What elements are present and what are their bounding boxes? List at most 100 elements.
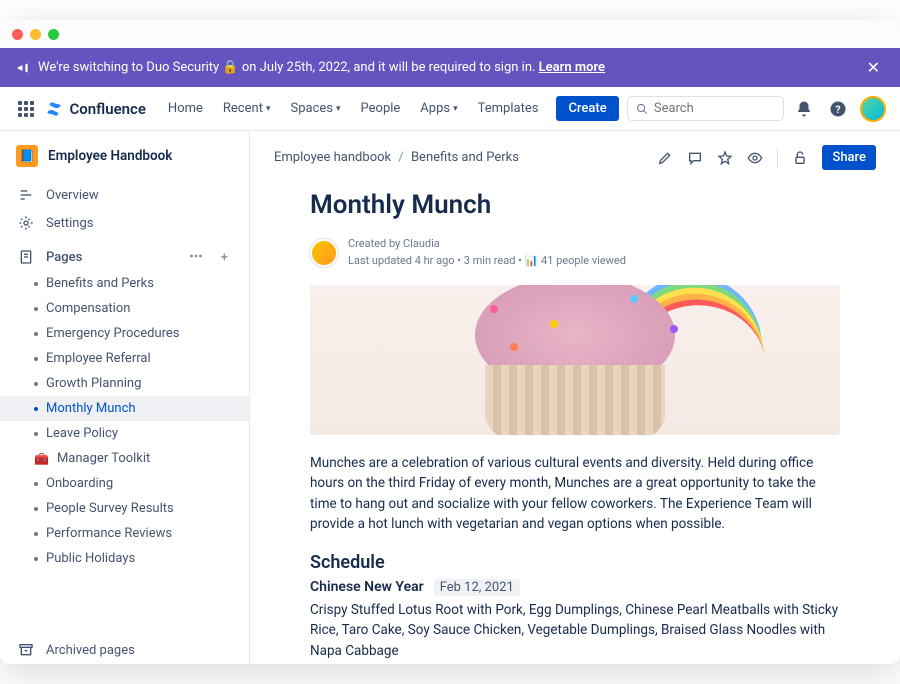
restrictions-button[interactable] <box>788 146 812 170</box>
chevron-down-icon: ▾ <box>336 104 341 114</box>
bullet-icon <box>34 357 38 361</box>
window-titlebar <box>0 20 900 48</box>
bullet-icon <box>34 282 38 286</box>
hero-image <box>310 285 840 435</box>
page-list: Benefits and Perks Compensation Emergency … <box>0 271 249 571</box>
create-button[interactable]: Create <box>556 96 618 121</box>
bullet-icon <box>34 332 38 336</box>
page-item[interactable]: 🧰 Manager Toolkit <box>0 446 249 471</box>
megaphone-icon <box>16 61 30 75</box>
breadcrumb-separator: / <box>398 150 403 165</box>
created-by-text: Created by Claudia <box>348 236 626 253</box>
bullet-icon <box>34 407 38 411</box>
nav-home[interactable]: Home <box>160 95 211 122</box>
meta-text: Last updated 4 hr ago • 3 min read • 📊 4… <box>348 253 626 270</box>
page-item-label: Leave Policy <box>46 426 118 441</box>
page-item[interactable]: Leave Policy <box>0 421 249 446</box>
page-item-label: Employee Referral <box>46 351 151 366</box>
bullet-icon <box>34 482 38 486</box>
page-item-label: Benefits and Perks <box>46 276 154 291</box>
sidebar-settings[interactable]: Settings <box>0 209 249 237</box>
intro-paragraph: Munches are a celebration of various cul… <box>310 453 840 534</box>
pages-more-button[interactable]: ••• <box>186 250 206 265</box>
page-item[interactable]: Growth Planning <box>0 371 249 396</box>
page-item[interactable]: Monthly Munch <box>0 396 249 421</box>
edit-button[interactable] <box>653 146 677 170</box>
nav-templates[interactable]: Templates <box>470 95 547 122</box>
bullet-icon <box>34 432 38 436</box>
pages-icon <box>18 249 34 265</box>
author-avatar[interactable] <box>310 239 338 267</box>
bullet-icon <box>34 382 38 386</box>
close-window-button[interactable] <box>12 29 23 40</box>
sidebar-pages-section: Pages ••• + <box>0 243 249 271</box>
app-switcher-button[interactable] <box>14 97 37 121</box>
page-item[interactable]: Emergency Procedures <box>0 321 249 346</box>
breadcrumb-item[interactable]: Benefits and Perks <box>411 150 519 165</box>
help-icon: ? <box>829 100 847 118</box>
space-name: Employee Handbook <box>48 148 172 164</box>
pencil-icon <box>657 150 673 166</box>
event-name: Chinese New Year <box>310 579 424 595</box>
breadcrumb: Employee handbook / Benefits and Perks <box>274 150 519 165</box>
event-date: Feb 12, 2021 <box>434 579 520 596</box>
gear-icon <box>18 215 34 231</box>
notifications-button[interactable] <box>792 96 817 122</box>
pages-add-button[interactable]: + <box>218 250 231 265</box>
eye-icon <box>747 150 763 166</box>
nav-spaces[interactable]: Spaces▾ <box>282 95 348 122</box>
minimize-window-button[interactable] <box>30 29 41 40</box>
star-icon <box>717 150 733 166</box>
event-description: Crispy Stuffed Lotus Root with Pork, Egg… <box>310 600 840 661</box>
schedule-heading: Schedule <box>310 552 840 573</box>
page-item-label: Manager Toolkit <box>57 451 150 466</box>
page-item[interactable]: Compensation <box>0 296 249 321</box>
banner-close-button[interactable]: ✕ <box>863 58 884 77</box>
page-title: Monthly Munch <box>310 190 840 220</box>
bullet-icon <box>34 507 38 511</box>
page-item[interactable]: Benefits and Perks <box>0 271 249 296</box>
nav-recent[interactable]: Recent▾ <box>215 95 279 122</box>
svg-text:?: ? <box>835 102 840 115</box>
search-icon <box>636 102 648 116</box>
nav-apps[interactable]: Apps▾ <box>412 95 465 122</box>
share-button[interactable]: Share <box>822 145 876 170</box>
bullet-icon <box>34 532 38 536</box>
page-item[interactable]: People Survey Results <box>0 496 249 521</box>
page-item[interactable]: Public Holidays <box>0 546 249 571</box>
breadcrumb-item[interactable]: Employee handbook <box>274 150 391 165</box>
watch-button[interactable] <box>743 146 767 170</box>
help-button[interactable]: ? <box>825 96 850 122</box>
page-item-label: Monthly Munch <box>46 401 136 416</box>
sidebar: 📘 Employee Handbook Overview Settings Pa… <box>0 131 250 664</box>
space-header[interactable]: 📘 Employee Handbook <box>0 131 249 181</box>
top-navigation: Confluence Home Recent▾ Spaces▾ People A… <box>0 87 900 131</box>
confluence-logo[interactable]: Confluence <box>45 100 145 118</box>
page-item[interactable]: Performance Reviews <box>0 521 249 546</box>
page-item-label: Onboarding <box>46 476 113 491</box>
comments-button[interactable] <box>683 146 707 170</box>
page-item[interactable]: Employee Referral <box>0 346 249 371</box>
content-area: Employee handbook / Benefits and Perks S… <box>250 131 900 664</box>
overview-icon <box>18 187 34 203</box>
search-input[interactable] <box>654 101 775 116</box>
page-item-label: Compensation <box>46 301 130 316</box>
banner-learn-more-link[interactable]: Learn more <box>539 60 605 75</box>
page-emoji-icon: 🧰 <box>34 452 49 466</box>
space-icon: 📘 <box>16 145 38 167</box>
comment-icon <box>687 150 703 166</box>
announcement-banner: We're switching to Duo Security 🔒 on Jul… <box>0 48 900 87</box>
search-box[interactable] <box>627 96 784 121</box>
maximize-window-button[interactable] <box>48 29 59 40</box>
nav-people[interactable]: People <box>353 95 409 122</box>
sidebar-archived[interactable]: Archived pages <box>0 636 249 664</box>
event-row: Chinese New Year Feb 12, 2021 <box>310 579 840 596</box>
lock-open-icon <box>792 150 808 166</box>
star-button[interactable] <box>713 146 737 170</box>
user-avatar[interactable] <box>860 96 886 122</box>
page-item-label: Performance Reviews <box>46 526 172 541</box>
page-item[interactable]: Onboarding <box>0 471 249 496</box>
sidebar-overview[interactable]: Overview <box>0 181 249 209</box>
chevron-down-icon: ▾ <box>453 104 458 114</box>
banner-text: We're switching to Duo Security 🔒 on Jul… <box>38 60 855 75</box>
